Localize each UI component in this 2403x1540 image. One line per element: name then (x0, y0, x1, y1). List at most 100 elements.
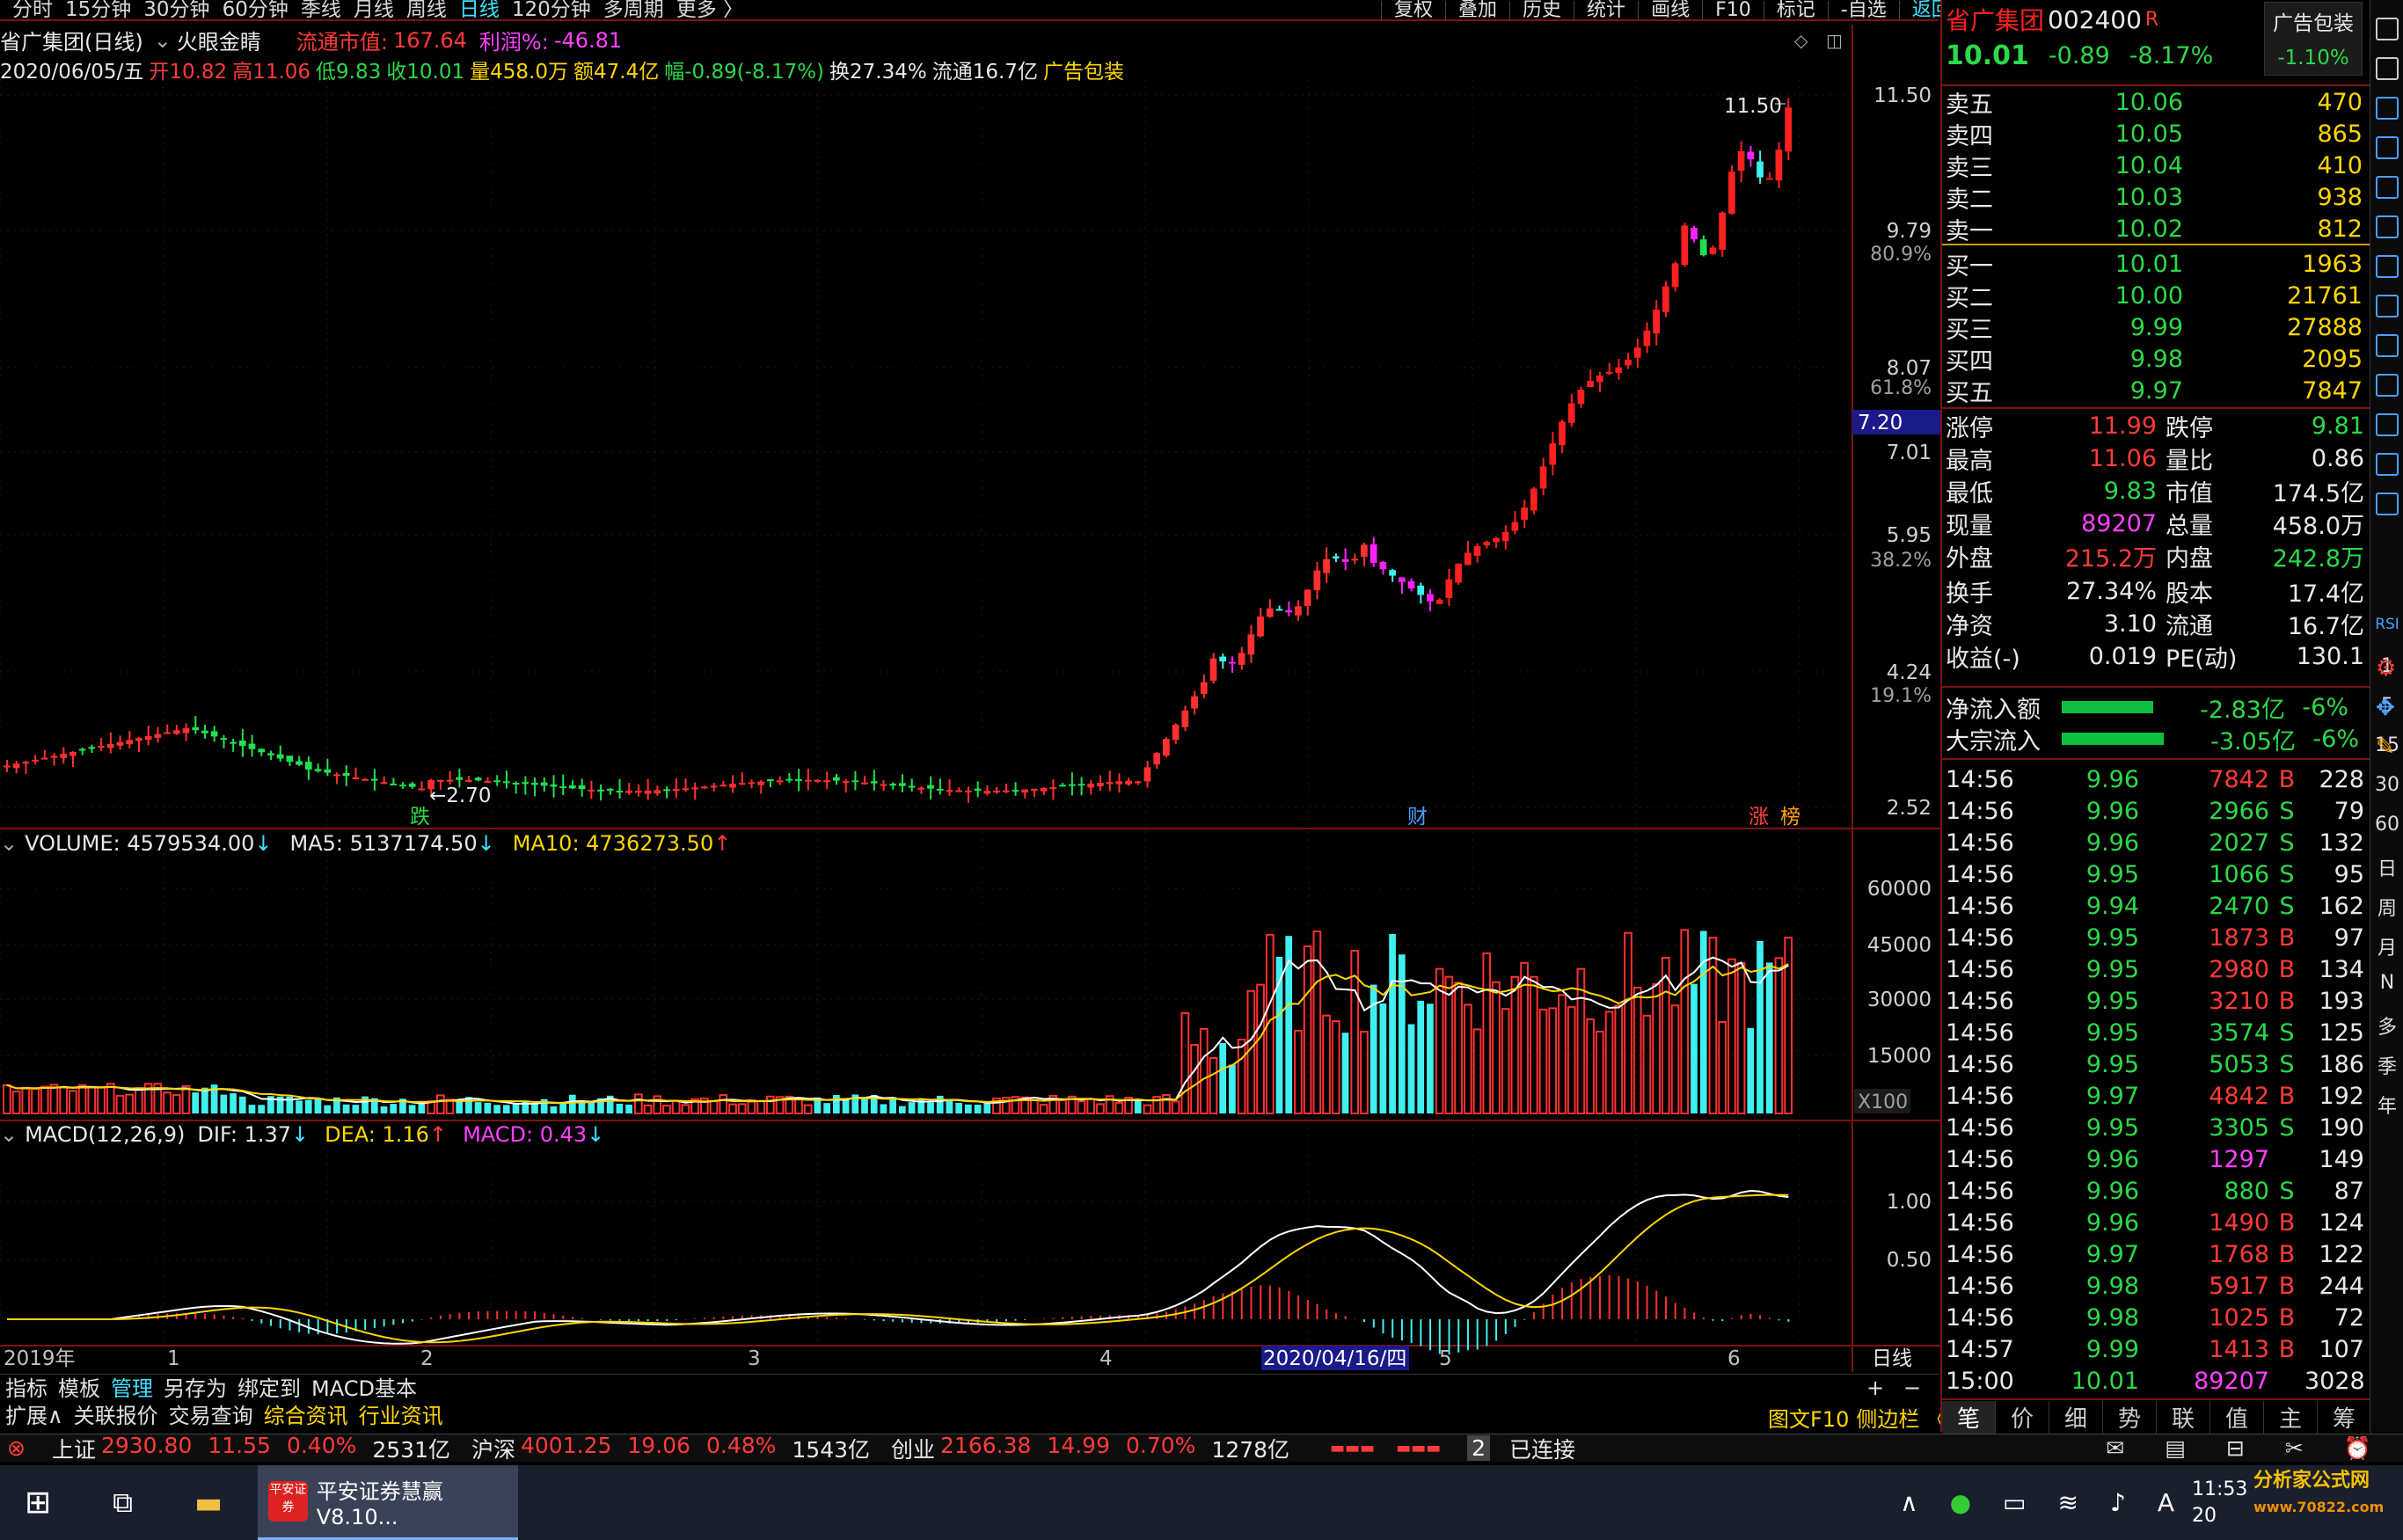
alarm-icon[interactable]: ⏰ (2344, 1435, 2371, 1462)
panel-tab[interactable]: 势 (2103, 1400, 2157, 1434)
trade-row: 15:00 10.01 89207 3028 (1946, 1365, 2368, 1397)
mail-icon[interactable]: ✉ (2106, 1435, 2124, 1462)
candle-icon[interactable] (2376, 215, 2399, 238)
kline-chart[interactable]: 11.509.798.077.015.954.242.5280.9%61.8%3… (0, 0, 1940, 1372)
side-tab[interactable]: RSI (2370, 616, 2403, 633)
candle-body (465, 779, 472, 782)
fund-value: 3.10 (2103, 609, 2157, 638)
side-tab[interactable]: 60 (2370, 814, 2403, 836)
circle-icon[interactable] (2376, 493, 2399, 515)
quote-row[interactable]: 卖五 10.06 470 (1946, 86, 2368, 119)
f10-link[interactable]: 图文F10 (1768, 1402, 1849, 1433)
quote-row[interactable]: 卖一 10.02 812 (1946, 213, 2368, 245)
side-tab[interactable]: 多 (2370, 1011, 2403, 1040)
cross-icon[interactable]: ✥ (2376, 695, 2395, 721)
trade-volume: 1768 (2209, 1240, 2269, 1268)
macd-dropdown-icon[interactable]: ⌄ (0, 1122, 18, 1147)
candle-body (682, 788, 690, 791)
volume-bar (192, 1092, 200, 1113)
pencil-icon[interactable]: ✎ (2376, 734, 2395, 761)
info-toolbar: 扩展∧ 关联报价 交易查询 综合资讯 行业资讯 (0, 1398, 1939, 1429)
screen-icon[interactable]: ⊟ (2226, 1435, 2245, 1462)
quote-row[interactable]: 买一 10.01 1963 (1946, 248, 2368, 281)
period-mode[interactable]: 日线 (1872, 1347, 1912, 1370)
pct-icon[interactable] (2376, 453, 2399, 476)
side-tab[interactable]: N (2370, 972, 2403, 994)
quote-row[interactable]: 买五 9.97 7847 (1946, 375, 2368, 407)
zoom-in-button[interactable]: + (1866, 1376, 1884, 1400)
panel-tab[interactable]: 价 (1996, 1400, 2049, 1434)
sidebar-toggle[interactable]: 侧边栏 《 (1856, 1402, 1947, 1433)
quote-row[interactable]: 买三 9.99 27888 (1946, 311, 2368, 344)
sector-box[interactable]: 广告包装 -1.10% (2264, 2, 2363, 76)
info-tab[interactable]: 行业资讯 (359, 1398, 443, 1429)
task-view-icon[interactable]: ⧉ (113, 1485, 133, 1520)
gear-icon[interactable]: ⚙ (2376, 655, 2396, 682)
quote-icon[interactable] (2376, 97, 2399, 120)
message-icon[interactable]: ▤ (2165, 1435, 2186, 1462)
table-icon[interactable] (2376, 136, 2399, 159)
side-tab[interactable]: 月 (2370, 932, 2403, 960)
info-icon[interactable] (2376, 334, 2399, 357)
volume-bar (1747, 1027, 1755, 1113)
panel-tab[interactable]: 联 (2157, 1400, 2210, 1434)
candle-body (1577, 390, 1585, 405)
side-tab[interactable]: 日 (2370, 853, 2403, 881)
volume-bar (880, 1104, 887, 1113)
fundamental-row: 外盘 215.2万 内盘 242.8万 (1946, 540, 2368, 573)
candle-body (983, 791, 991, 794)
panel-tab[interactable]: 笔 (1942, 1400, 1996, 1434)
candle-body (304, 762, 312, 770)
quote-row[interactable]: 买二 10.00 21761 (1946, 280, 2368, 312)
f10-icon[interactable] (2376, 295, 2399, 317)
index-pct: 0.40% (286, 1432, 357, 1458)
panel-tab[interactable]: 细 (2049, 1400, 2103, 1434)
zoom-out-button[interactable]: − (1903, 1376, 1921, 1400)
clock[interactable]: 11:53 20 (2192, 1477, 2247, 1529)
info-tab[interactable]: 交易查询 (169, 1398, 253, 1429)
tag-limit-up[interactable]: 涨 (1749, 806, 1769, 828)
arrow-up-icon[interactable] (2376, 18, 2399, 40)
trend-icon[interactable] (2376, 374, 2399, 397)
index-name[interactable]: 创业 (891, 1433, 935, 1464)
index-name[interactable]: 上证 (52, 1433, 96, 1464)
quote-row[interactable]: 卖四 10.05 865 (1946, 118, 2368, 150)
panel-tab[interactable]: 值 (2210, 1400, 2264, 1434)
quote-row[interactable]: 卖二 10.03 938 (1946, 181, 2368, 214)
taskbar-app-button[interactable]: 平安证券 平安证券慧赢V8.10... (258, 1465, 519, 1540)
volume-dropdown-icon[interactable]: ⌄ (0, 831, 18, 856)
fin-icon[interactable] (2376, 413, 2399, 436)
volume-icon[interactable]: ♪ (2110, 1488, 2126, 1517)
info-tab[interactable]: 综合资讯 (264, 1398, 348, 1429)
panel-tab[interactable]: 主 (2264, 1400, 2318, 1434)
info-tab[interactable]: 关联报价 (74, 1398, 158, 1429)
index-name[interactable]: 沪深 (471, 1433, 515, 1464)
arrow-down-icon: ↓ (291, 1122, 310, 1147)
tools-icon[interactable]: ✂ (2285, 1435, 2304, 1462)
wechat-icon[interactable]: ● (1950, 1488, 1971, 1517)
tag-fall[interactable]: 跌 (410, 806, 430, 828)
side-tab[interactable]: 30 (2370, 774, 2403, 796)
windows-start-icon[interactable]: ⊞ (25, 1485, 51, 1521)
list-icon[interactable] (2376, 255, 2399, 278)
quote-row[interactable]: 买四 9.98 2095 (1946, 343, 2368, 376)
line-chart-icon[interactable] (2376, 176, 2399, 199)
side-tab[interactable]: 季 (2370, 1051, 2403, 1079)
alert-icon[interactable]: ⊗ (7, 1435, 26, 1461)
ime-icon[interactable]: A (2158, 1488, 2174, 1517)
chevron-up-icon[interactable]: ∧ (1900, 1488, 1918, 1517)
side-tab[interactable]: 周 (2370, 893, 2403, 921)
panel-tab[interactable]: 筹 (2318, 1400, 2371, 1434)
battery-icon[interactable]: ▭ (2003, 1488, 2026, 1517)
arrow-down-icon[interactable] (2376, 57, 2399, 80)
candle-body (135, 738, 142, 741)
tag-finance[interactable]: 财 (1407, 806, 1428, 828)
file-explorer-icon[interactable]: ▬ (194, 1485, 223, 1521)
side-tab[interactable]: 年 (2370, 1091, 2403, 1119)
candle-body (1596, 376, 1603, 383)
fund-label: 净资 (1946, 612, 1993, 640)
info-tab[interactable]: 扩展∧ (5, 1398, 63, 1429)
tag-list[interactable]: 榜 (1780, 806, 1800, 828)
quote-row[interactable]: 卖三 10.04 410 (1946, 150, 2368, 182)
wifi-icon[interactable]: ≋ (2058, 1488, 2078, 1517)
